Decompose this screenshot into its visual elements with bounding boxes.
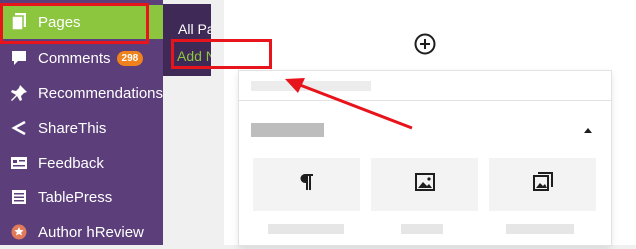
panel-divider: [239, 100, 611, 101]
comments-count-badge: 298: [116, 50, 144, 66]
block-label-paragraph: [268, 224, 344, 234]
paragraph-icon: [299, 172, 315, 197]
sidebar-item-label: TablePress: [38, 188, 113, 206]
plus-circle-icon[interactable]: [413, 32, 437, 56]
block-label-image: [401, 224, 443, 234]
comment-bubble-icon: [8, 47, 30, 69]
sidebar-item-label: Author hReview: [38, 223, 144, 241]
sidebar-item-comments[interactable]: Comments 298: [0, 41, 163, 75]
block-label-gallery: [506, 224, 574, 234]
sidebar-item-label: Comments: [38, 49, 111, 67]
sidebar-item-label: Feedback: [38, 154, 104, 172]
block-tile-paragraph[interactable]: [253, 158, 360, 211]
sidebar-item-label: Recommendations: [37, 84, 163, 102]
sidebar-item-sharethis[interactable]: ShareThis: [0, 111, 163, 145]
image-icon: [414, 173, 435, 196]
block-tile-image[interactable]: [371, 158, 478, 211]
share-icon: [8, 117, 30, 139]
highlight-pages: [0, 3, 149, 44]
feedback-icon: [8, 152, 30, 174]
star-badge-icon: [8, 221, 30, 243]
caret-up-icon[interactable]: [582, 123, 594, 141]
category-heading-bar: [251, 123, 324, 137]
table-icon: [8, 186, 30, 208]
pin-icon: [8, 82, 30, 104]
editor-gutter: [211, 0, 224, 245]
sidebar-item-author-hreview[interactable]: Author hReview: [0, 215, 163, 249]
sidebar-item-recommendations[interactable]: Recommendations: [0, 76, 163, 110]
block-tile-gallery[interactable]: [489, 158, 596, 211]
sidebar-item-label: ShareThis: [38, 119, 107, 137]
sidebar-item-tablepress[interactable]: TablePress: [0, 180, 163, 214]
search-placeholder-bar: [251, 81, 371, 91]
sidebar-item-feedback[interactable]: Feedback: [0, 146, 163, 180]
gallery-icon: [532, 172, 553, 197]
editor-gutter-lower: [163, 76, 211, 245]
highlight-add-new: [171, 39, 272, 69]
